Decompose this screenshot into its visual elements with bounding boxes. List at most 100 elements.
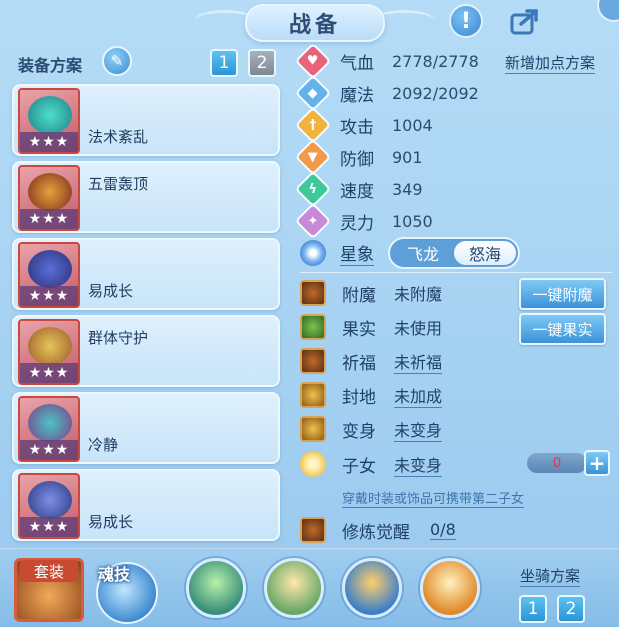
constellation-label[interactable]: 星象	[340, 240, 374, 266]
second-child-hint[interactable]: 穿戴时装或饰品可携带第二子女	[342, 488, 525, 508]
equip-skill-label: 群体守护	[88, 329, 149, 347]
attr-value: 1004	[392, 115, 433, 135]
fief-icon	[300, 382, 326, 408]
star-rating: ★★★	[20, 286, 78, 306]
share-icon[interactable]	[508, 4, 542, 38]
child-count: 0	[527, 453, 587, 473]
enhance-value: 未使用	[394, 319, 443, 338]
help-icon[interactable]: !	[449, 4, 483, 38]
enhance-label: 封地	[342, 387, 376, 408]
star-rating: ★★★	[20, 440, 78, 460]
equip-skill-label: 易成长	[88, 513, 134, 531]
claw-icon: ★★★	[18, 165, 80, 231]
enchant-row: 附魔 未附魔	[300, 278, 442, 308]
enhance-value[interactable]: 0/8	[430, 520, 456, 540]
fruit-row: 果实 未使用	[300, 312, 442, 342]
star-rating: ★★★	[20, 209, 78, 229]
attr-value: 1050	[392, 211, 433, 231]
boots-icon: ★★★	[18, 473, 80, 539]
attr-hp-row: ♥ 气血 2778/2778	[294, 42, 479, 80]
close-icon[interactable]	[597, 0, 619, 22]
enchant-icon	[300, 280, 326, 306]
enhance-label: 果实	[342, 319, 376, 340]
star-rating: ★★★	[20, 363, 78, 383]
necklace-icon: ★★★	[18, 319, 80, 385]
constellation-toggle: 飞龙 怒海	[388, 237, 520, 269]
cultivation-icon	[300, 517, 326, 543]
attr-label: 速度	[340, 181, 374, 202]
equip-plan-2-button[interactable]: 2	[248, 49, 276, 77]
fruit-icon	[300, 314, 326, 340]
enhance-label: 祈福	[342, 353, 376, 374]
equip-plan-title: 装备方案	[18, 56, 83, 75]
attr-label: 魔法	[340, 85, 374, 106]
constellation-option-flying-dragon[interactable]: 飞龙	[392, 241, 454, 265]
belt-icon: ★★★	[18, 396, 80, 462]
attr-value: 901	[392, 147, 423, 167]
mount-plan-1-button[interactable]: 1	[519, 595, 547, 623]
enhance-value[interactable]: 未加成	[394, 383, 443, 408]
equip-skill-label: 冷静	[88, 436, 119, 454]
attr-value: 2778/2778	[392, 51, 479, 71]
star-rating: ★★★	[20, 132, 78, 152]
mount-plan-label[interactable]: 坐骑方案	[520, 565, 581, 587]
heart-icon: ♥	[294, 42, 332, 80]
blessing-row: 祈福 未祈福	[300, 346, 443, 376]
equipment-list: ★★★ 法术紊乱 ★★★ 五雷轰顶 ★★★ 易成长 ★★★ 群体守护 ★★★ 冷…	[12, 84, 280, 546]
child-row: 子女 未变身	[300, 449, 443, 479]
equip-skill-label: 五雷轰顶	[88, 175, 149, 193]
attr-label: 攻击	[340, 117, 374, 138]
attr-label: 防御	[340, 149, 374, 170]
enhance-value[interactable]: 未祈福	[394, 349, 443, 374]
one-click-fruit-button[interactable]: 一键果实	[519, 313, 606, 345]
attr-atk-row: † 攻击 1004	[294, 106, 433, 144]
constellation-row: 星象 飞龙 怒海	[300, 237, 520, 269]
speed-icon: ϟ	[294, 170, 332, 208]
spirit-icon: ✦	[294, 202, 332, 240]
page-title: 战备	[245, 4, 385, 42]
constellation-option-raging-sea[interactable]: 怒海	[454, 241, 516, 265]
equip-skill-label: 易成长	[88, 282, 134, 300]
equipment-panel: 装备方案 ✎ 1 2 ★★★ 法术紊乱 ★★★ 五雷轰顶 ★★★ 易成长 ★★★…	[6, 44, 288, 544]
attr-spirit-row: ✦ 灵力 1050	[294, 202, 433, 240]
attr-def-row: ▼ 防御 901	[294, 138, 423, 176]
constellation-icon	[300, 240, 326, 266]
one-click-enchant-button[interactable]: 一键附魔	[519, 278, 606, 310]
equip-plan-1-button[interactable]: 1	[210, 49, 238, 77]
enhance-label: 修炼觉醒	[342, 522, 410, 543]
skill-orb-1-icon[interactable]	[186, 558, 246, 618]
child-icon	[300, 451, 326, 477]
attr-label: 灵力	[340, 213, 374, 234]
enhance-value[interactable]: 未变身	[394, 417, 443, 442]
skill-orb-4-icon[interactable]	[420, 558, 480, 618]
enhance-label: 附魔	[342, 285, 376, 306]
skill-orb-3-icon[interactable]	[342, 558, 402, 618]
blessing-icon	[300, 348, 326, 374]
enhance-value: 未附魔	[394, 285, 443, 304]
star-rating: ★★★	[20, 517, 78, 537]
enhance-label: 子女	[342, 456, 376, 477]
equip-card-belt[interactable]: ★★★ 冷静	[12, 392, 280, 464]
section-divider	[300, 272, 612, 273]
enhance-label: 变身	[342, 421, 376, 442]
armor-icon: ★★★	[18, 242, 80, 308]
equip-card-boots[interactable]: ★★★ 易成长	[12, 469, 280, 541]
equip-card-armor[interactable]: ★★★ 易成长	[12, 238, 280, 310]
attr-spd-row: ϟ 速度 349	[294, 170, 423, 208]
shield-icon: ▼	[294, 138, 332, 176]
equip-card-necklace[interactable]: ★★★ 群体守护	[12, 315, 280, 387]
mount-plan-2-button[interactable]: 2	[557, 595, 585, 623]
soul-skill-label: 魂技	[98, 565, 131, 584]
transform-icon	[300, 416, 326, 442]
attr-value: 349	[392, 179, 423, 199]
equip-skill-label: 法术紊乱	[88, 128, 149, 146]
add-child-button[interactable]: +	[584, 450, 610, 476]
mana-icon: ◆	[294, 74, 332, 112]
attack-icon: †	[294, 106, 332, 144]
edit-pen-icon[interactable]: ✎	[102, 46, 132, 76]
enhance-value[interactable]: 未变身	[394, 452, 443, 477]
skill-orb-2-icon[interactable]	[264, 558, 324, 618]
add-point-plan-link[interactable]: 新增加点方案	[505, 52, 596, 74]
equip-card-helmet[interactable]: ★★★ 五雷轰顶	[12, 161, 280, 233]
equip-card-weapon[interactable]: ★★★ 法术紊乱	[12, 84, 280, 156]
